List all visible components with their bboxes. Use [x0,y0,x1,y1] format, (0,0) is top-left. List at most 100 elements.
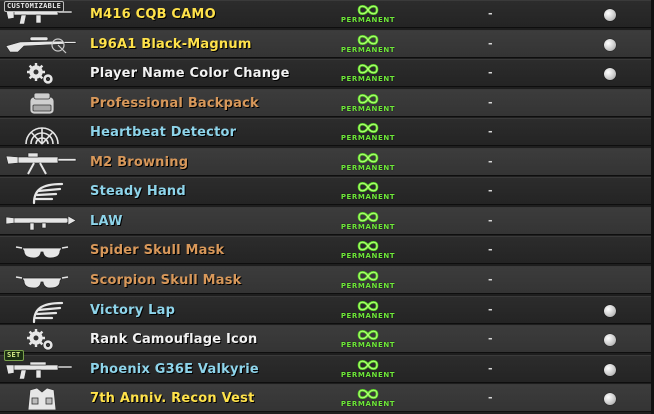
set-badge: SET [4,349,24,361]
infinity-icon [330,93,406,105]
radar-icon [4,120,80,146]
infinity-icon [330,270,406,282]
duration-label: PERMANENT [340,16,396,24]
permanent-duration: PERMANENT [330,359,406,383]
gears-icon [4,61,80,87]
launcher-icon [4,209,80,235]
infinity-icon [330,152,406,164]
duration-label: PERMANENT [340,222,396,231]
duration-label: PERMANENT [340,134,396,143]
sniper-rifle-icon [4,32,80,58]
infinity-icon [330,388,406,400]
select-radio[interactable] [604,393,616,406]
permanent-duration: PERMANENT [330,152,406,176]
inventory-row[interactable]: Player Name Color Change PERMANENT - [0,59,654,88]
inventory-row[interactable]: M2 Browning PERMANENT - [0,147,654,176]
mask-icon [4,238,80,264]
item-name: Steady Hand [90,184,186,200]
infinity-icon [330,34,406,46]
backpack-icon [4,91,80,117]
item-status: - [488,66,493,80]
item-status: - [488,184,493,198]
item-status: - [488,95,493,109]
duration-label: PERMANENT [340,252,396,261]
item-status: - [488,243,493,257]
item-status: - [488,7,493,20]
item-status: - [488,272,493,286]
infinity-icon [330,211,406,223]
item-name: Spider Skull Mask [90,243,225,259]
duration-label: PERMANENT [340,341,396,350]
permanent-duration: PERMANENT [330,388,406,412]
permanent-duration: PERMANENT [330,329,406,353]
item-status: - [488,302,493,316]
wing-icon [4,298,80,324]
permanent-duration: PERMANENT [330,93,406,117]
permanent-duration: PERMANENT [330,300,406,324]
item-name: Player Name Color Change [90,66,290,82]
permanent-duration: PERMANENT [330,240,406,264]
inventory-row[interactable]: L96A1 Black-Magnum PERMANENT - [0,29,654,58]
item-name: M416 CQB CAMO [90,7,216,22]
item-status: - [488,213,493,227]
item-status: - [488,36,493,50]
item-status: - [488,361,493,375]
inventory-row[interactable]: Scorpion Skull Mask PERMANENT - [0,265,654,294]
duration-label: PERMANENT [340,75,396,84]
item-status: - [488,154,493,168]
inventory-row[interactable]: SET Phoenix G36E Valkyrie PERMANENT - [0,349,654,383]
permanent-duration: PERMANENT [330,211,406,235]
item-name: M2 Browning [90,154,189,170]
select-radio[interactable] [604,68,616,81]
duration-label: PERMANENT [340,400,396,409]
inventory-row[interactable]: Spider Skull Mask PERMANENT - [0,236,654,265]
item-name: Victory Lap [90,302,176,318]
permanent-duration: PERMANENT [330,34,406,58]
permanent-duration: PERMANENT [330,4,406,28]
infinity-icon [330,63,406,75]
infinity-icon [330,4,406,16]
infinity-icon [330,329,406,341]
select-radio[interactable] [604,334,616,347]
duration-label: PERMANENT [340,370,396,379]
select-radio[interactable] [604,38,616,51]
select-radio[interactable] [604,304,616,317]
inventory-list: CUSTOMIZABLE M416 CQB CAMO PERMANENT - L96A1… [0,0,654,414]
inventory-row[interactable]: Professional Backpack PERMANENT - [0,88,654,117]
infinity-icon [330,359,406,371]
permanent-duration: PERMANENT [330,270,406,294]
duration-label: PERMANENT [340,311,396,320]
select-radio[interactable] [604,9,616,21]
item-name: Phoenix G36E Valkyrie [90,361,259,377]
infinity-icon [330,122,406,134]
permanent-duration: PERMANENT [330,63,406,87]
infinity-icon [330,181,406,193]
item-name: Rank Camouflage Icon [90,332,258,348]
permanent-duration: PERMANENT [330,181,406,205]
duration-label: PERMANENT [340,193,396,202]
item-status: - [488,391,493,405]
inventory-row[interactable]: Steady Hand PERMANENT - [0,177,654,206]
customizable-badge: CUSTOMIZABLE [4,1,65,12]
item-name: LAW [90,213,123,229]
duration-label: PERMANENT [340,45,396,54]
item-name: Heartbeat Detector [90,125,237,141]
inventory-row[interactable]: 7th Anniv. Recon Vest PERMANENT - [0,384,654,413]
inventory-row[interactable]: Heartbeat Detector PERMANENT - [0,118,654,147]
inventory-row[interactable]: LAW PERMANENT - [0,206,654,235]
inventory-row[interactable]: CUSTOMIZABLE M416 CQB CAMO PERMANENT - [0,0,654,28]
inventory-row[interactable]: Victory Lap PERMANENT - [0,295,654,324]
inventory-row[interactable]: Rank Camouflage Icon PERMANENT - [0,325,654,354]
item-name: 7th Anniv. Recon Vest [90,391,255,407]
item-name: L96A1 Black-Magnum [90,36,252,52]
mask-icon [4,268,80,294]
duration-label: PERMANENT [340,281,396,290]
infinity-icon [330,300,406,312]
duration-label: PERMANENT [340,104,396,113]
item-status: - [488,125,493,139]
item-name: Professional Backpack [90,95,259,111]
infinity-icon [330,240,406,252]
machine-gun-icon [4,150,80,176]
item-status: - [488,332,493,346]
select-radio[interactable] [604,363,616,376]
